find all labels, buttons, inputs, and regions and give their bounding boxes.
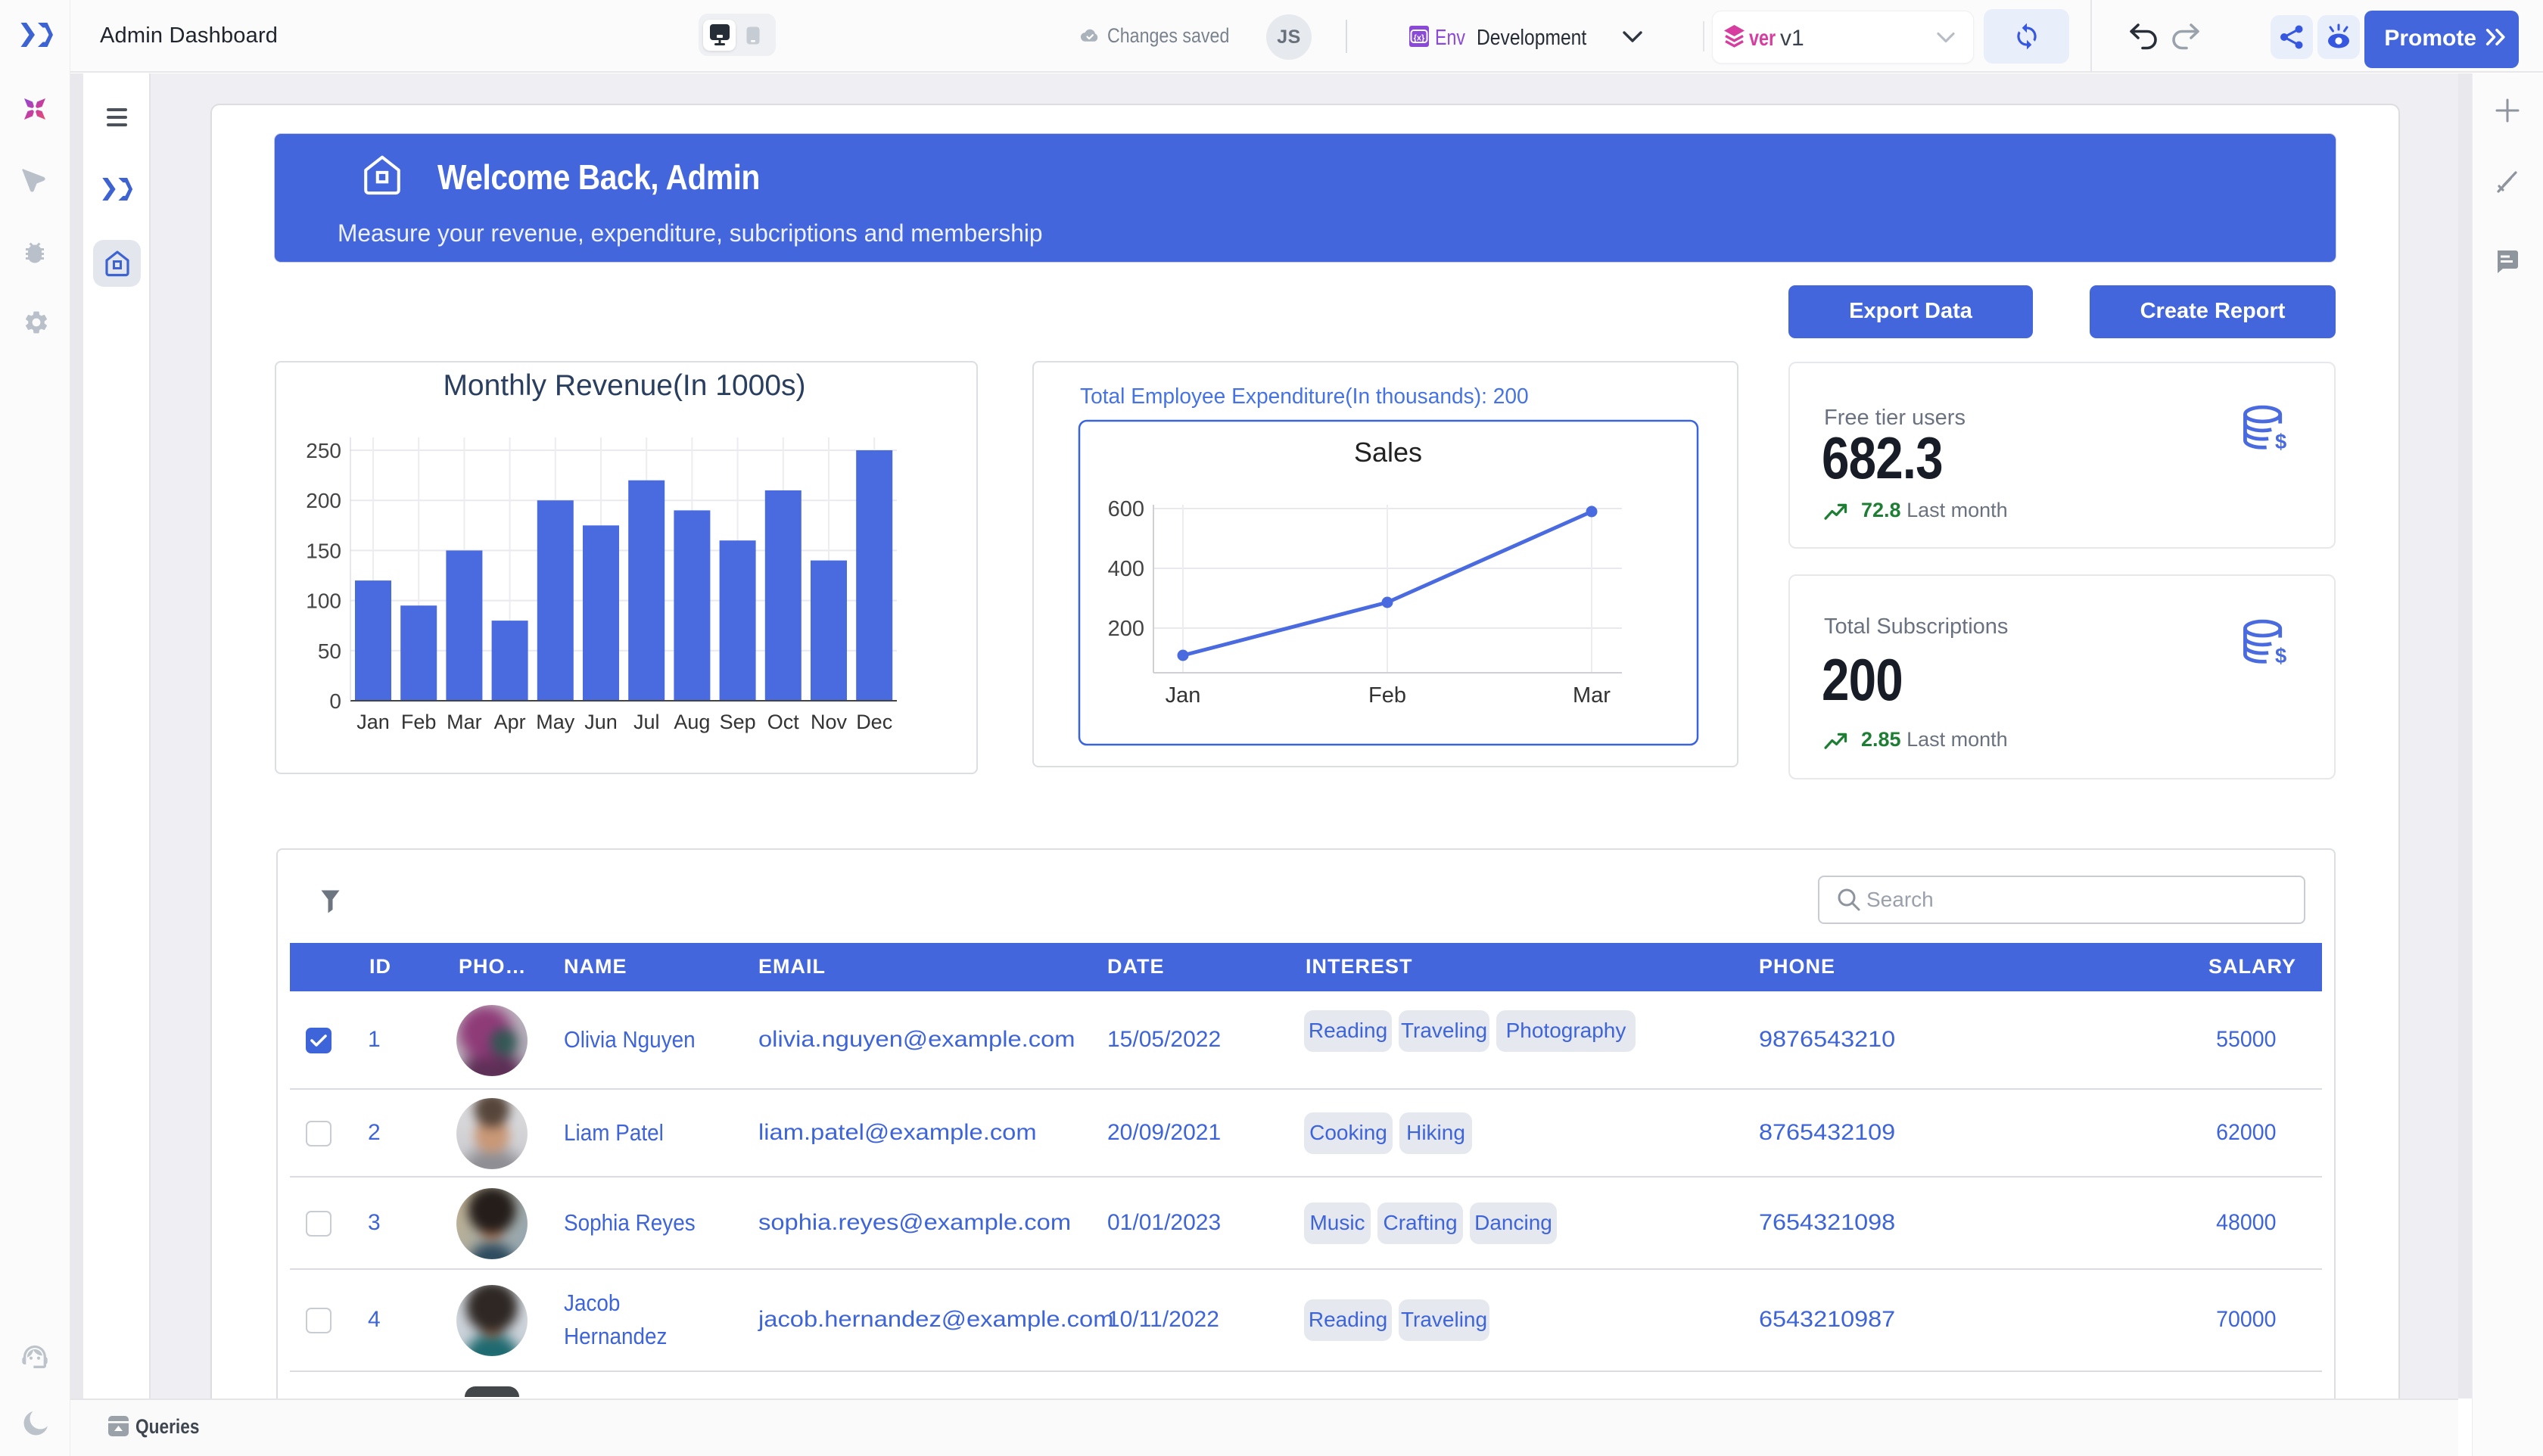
svg-text:Jun: Jun	[584, 711, 618, 733]
svg-text:Monthly Revenue(In 1000s): Monthly Revenue(In 1000s)	[443, 369, 805, 402]
svg-text:Sep: Sep	[720, 711, 756, 733]
svg-text:400: 400	[1108, 557, 1144, 581]
svg-text:Jan: Jan	[1166, 683, 1201, 708]
svg-text:Apr: Apr	[494, 711, 526, 733]
svg-text:Feb: Feb	[1368, 683, 1406, 708]
svg-text:150: 150	[306, 539, 341, 562]
svg-text:Mar: Mar	[447, 711, 482, 733]
svg-text:Feb: Feb	[401, 711, 437, 733]
svg-text:Nov: Nov	[811, 711, 848, 733]
svg-text:600: 600	[1108, 497, 1144, 521]
svg-text:100: 100	[306, 590, 341, 613]
svg-text:Aug: Aug	[674, 711, 710, 733]
svg-text:200: 200	[306, 489, 341, 512]
svg-text:$: $	[2275, 430, 2286, 453]
svg-text:Jul: Jul	[633, 711, 660, 733]
svg-text:0: 0	[329, 689, 341, 713]
svg-text:Jan: Jan	[356, 711, 390, 733]
svg-text:200: 200	[1108, 617, 1144, 641]
svg-text:250: 250	[306, 439, 341, 462]
svg-text:Mar: Mar	[1573, 683, 1611, 708]
svg-text:May: May	[536, 711, 575, 733]
svg-text:Sales: Sales	[1354, 437, 1422, 468]
svg-text:$: $	[2275, 644, 2286, 667]
svg-text:50: 50	[318, 639, 341, 663]
svg-text:Dec: Dec	[856, 711, 892, 733]
svg-text:Oct: Oct	[767, 711, 800, 733]
svg-text:{x}: {x}	[1414, 34, 1425, 43]
